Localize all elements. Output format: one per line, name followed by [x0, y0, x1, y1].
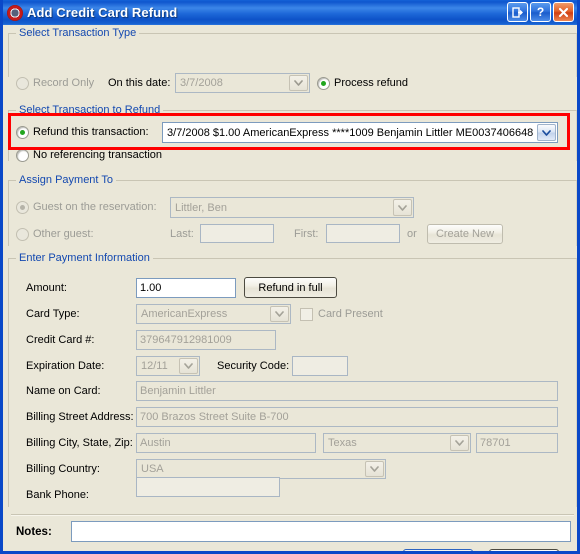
card-type-select[interactable]: AmericanExpress: [136, 304, 291, 324]
refund-in-full-button[interactable]: Refund in full: [244, 277, 337, 298]
restore-icon: [512, 6, 523, 18]
guest-select[interactable]: Littler, Ben: [170, 197, 414, 218]
billing-state-value: Texas: [328, 437, 357, 449]
amount-input[interactable]: 1.00: [136, 278, 236, 298]
footer-divider: [11, 514, 574, 516]
label-other-guest: Other guest:: [33, 228, 94, 240]
create-new-button[interactable]: Create New: [427, 224, 503, 244]
amount-value: 1.00: [140, 282, 162, 294]
help-button[interactable]: ?: [530, 2, 551, 22]
notes-input[interactable]: [71, 521, 571, 542]
name-on-card-value: Benjamin Littler: [140, 385, 216, 397]
refund-in-full-label: Refund in full: [258, 281, 323, 294]
chevron-down-icon: [289, 75, 308, 91]
billing-zip-input[interactable]: 78701: [476, 433, 558, 453]
card-present-checkbox[interactable]: [300, 308, 313, 321]
radio-process-refund[interactable]: [317, 77, 330, 90]
label-first-name: First:: [294, 228, 319, 240]
billing-street-address-value: 700 Brazos Street Suite B-700: [140, 411, 289, 423]
chevron-down-icon: [393, 199, 412, 216]
bank-phone-input[interactable]: [136, 477, 280, 497]
billing-country-select[interactable]: USA: [136, 459, 386, 479]
close-icon: [558, 7, 569, 17]
credit-card-number-input[interactable]: 379647912981009: [136, 330, 276, 350]
transaction-select-value: 3/7/2008 $1.00 AmericanExpress ****1009 …: [167, 126, 534, 139]
last-name-input[interactable]: [200, 224, 274, 243]
create-new-label: Create New: [435, 228, 495, 240]
expiration-date-value: 12/11: [141, 360, 168, 372]
security-code-input[interactable]: [292, 356, 348, 376]
on-this-date-value: 3/7/2008: [180, 77, 223, 89]
chevron-down-icon: [179, 358, 198, 374]
radio-record-only[interactable]: [16, 77, 29, 90]
billing-city-input[interactable]: Austin: [136, 433, 316, 453]
chevron-down-icon: [270, 306, 289, 322]
select-transaction-type-group: Select Transaction Type: [8, 27, 577, 77]
label-refund-this-transaction: Refund this transaction:: [33, 126, 149, 138]
guest-select-value: Littler, Ben: [175, 201, 227, 214]
label-expiration-date: Expiration Date:: [26, 360, 105, 372]
group-title-assign-payment: Assign Payment To: [16, 174, 116, 186]
window-title: Add Credit Card Refund: [27, 5, 178, 20]
cancel-button[interactable]: Cancel: [489, 549, 559, 551]
label-or: or: [407, 228, 417, 240]
radio-guest-on-reservation[interactable]: [16, 201, 29, 214]
label-notes: Notes:: [16, 526, 52, 538]
on-this-date-datepicker[interactable]: 3/7/2008: [175, 73, 310, 93]
label-record-only: Record Only: [33, 77, 95, 89]
expiration-date-select[interactable]: 12/11: [136, 356, 200, 376]
label-no-referencing-transaction: No referencing transaction: [33, 149, 163, 161]
label-billing-country: Billing Country:: [26, 463, 100, 475]
radio-refund-this-transaction[interactable]: [16, 126, 29, 139]
chevron-down-icon: [537, 124, 556, 141]
title-bar: Add Credit Card Refund ?: [3, 0, 577, 25]
group-title-transaction-to-refund: Select Transaction to Refund: [16, 104, 164, 116]
restore-button[interactable]: [507, 2, 528, 22]
titlebar-button-group: ?: [507, 2, 574, 22]
label-security-code: Security Code:: [217, 360, 290, 372]
label-billing-city-state-zip: Billing City, State, Zip:: [26, 437, 133, 449]
radio-no-referencing-transaction[interactable]: [16, 149, 29, 162]
card-type-value: AmericanExpress: [141, 308, 228, 320]
ok-button[interactable]: OK: [403, 549, 473, 551]
add-credit-card-refund-window: Add Credit Card Refund ? Select Transact: [0, 0, 580, 554]
label-on-this-date: On this date:: [108, 77, 171, 89]
group-title-transaction-type: Select Transaction Type: [16, 27, 140, 39]
group-title-payment-information: Enter Payment Information: [16, 252, 153, 264]
billing-country-value: USA: [141, 463, 164, 475]
billing-street-address-input[interactable]: 700 Brazos Street Suite B-700: [136, 407, 558, 427]
question-mark-icon: ?: [536, 5, 545, 19]
billing-city-value: Austin: [140, 437, 171, 449]
label-card-present: Card Present: [318, 308, 383, 320]
transaction-select[interactable]: 3/7/2008 $1.00 AmericanExpress ****1009 …: [162, 122, 558, 143]
label-name-on-card: Name on Card:: [26, 385, 101, 397]
label-billing-street-address: Billing Street Address:: [26, 411, 134, 423]
label-process-refund: Process refund: [334, 77, 408, 89]
group-frame: [8, 33, 577, 77]
close-button[interactable]: [553, 2, 574, 22]
radio-other-guest[interactable]: [16, 228, 29, 241]
label-card-type: Card Type:: [26, 308, 80, 320]
label-guest-on-reservation: Guest on the reservation:: [33, 201, 157, 213]
name-on-card-input[interactable]: Benjamin Littler: [136, 381, 558, 401]
billing-zip-value: 78701: [480, 437, 511, 449]
chevron-down-icon: [365, 461, 384, 477]
chevron-down-icon: [450, 435, 469, 451]
label-amount: Amount:: [26, 282, 67, 294]
label-last-name: Last:: [170, 228, 194, 240]
first-name-input[interactable]: [326, 224, 400, 243]
label-credit-card-number: Credit Card #:: [26, 334, 95, 346]
label-bank-phone: Bank Phone:: [26, 489, 89, 501]
credit-card-number-value: 379647912981009: [140, 334, 232, 346]
credit-card-refund-icon: [7, 4, 23, 21]
billing-state-select[interactable]: Texas: [323, 433, 471, 453]
